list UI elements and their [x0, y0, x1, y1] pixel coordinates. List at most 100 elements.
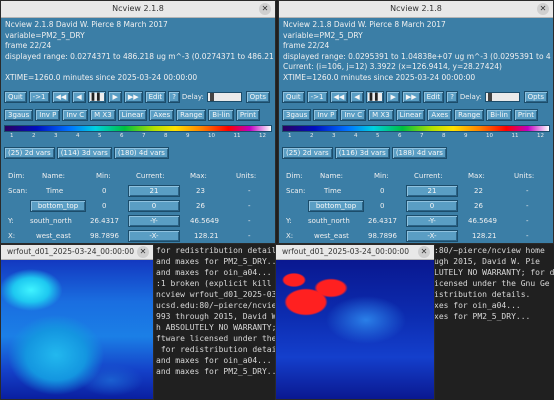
opts-button[interactable]: Opts [245, 91, 270, 103]
terminal-line: LUTELY NO WARRANTY; for d [434, 268, 554, 277]
colormap-button[interactable]: 3gaus [4, 109, 34, 121]
dim-current[interactable]: -X- [128, 230, 180, 242]
dim-units: - [248, 202, 251, 210]
delay-slider[interactable] [206, 92, 242, 102]
col-header-name: Name: [42, 172, 66, 180]
interp-button[interactable]: Bi-lin [486, 109, 512, 121]
window-titlebar[interactable]: Ncview 2.1.8 ✕ [279, 1, 553, 18]
step-forward-icon[interactable]: ▶ [108, 91, 122, 103]
step-forward-icon[interactable]: ▶ [386, 91, 400, 103]
data-field-image[interactable] [276, 260, 434, 399]
dim-max: 46.5649 [190, 217, 219, 225]
colorbar-tick: 1 [10, 133, 14, 139]
delay-label: Delay: [459, 93, 482, 101]
delay-slider[interactable] [484, 92, 520, 102]
dim-current[interactable]: 0 [128, 200, 180, 212]
quit-button[interactable]: Quit [282, 91, 305, 103]
dim-name-button[interactable]: bottom_top [308, 200, 364, 212]
magnify-button[interactable]: M X3 [368, 109, 394, 121]
interp-button[interactable]: Bi-lin [208, 109, 234, 121]
range-text: displayed range: 0.0274371 to 486.218 ug… [5, 51, 274, 61]
dim-max: 23 [196, 187, 205, 195]
col-header-units: Units: [236, 172, 257, 180]
range-button[interactable]: Range [454, 109, 485, 121]
colorbar-tick: 11 [511, 133, 519, 139]
data-field-image[interactable] [1, 260, 153, 399]
range-button[interactable]: Range [176, 109, 207, 121]
terminal-line: ugh 2015, David W. Pie [434, 257, 540, 266]
axes-button[interactable]: Axes [149, 109, 175, 121]
fast-forward-icon[interactable]: ▶▶ [401, 91, 421, 103]
dim-name-button[interactable]: bottom_top [30, 200, 86, 212]
print-button[interactable]: Print [513, 109, 538, 121]
fast-forward-icon[interactable]: ▶▶ [123, 91, 143, 103]
dim-label: Scan: [286, 187, 306, 195]
step-backward-icon[interactable]: ◀ [72, 91, 86, 103]
image-window-titlebar[interactable]: wrfout_d01_2025-03-24_00:00:00 ✕ [276, 245, 434, 260]
ncview-window-right: Ncview 2.1.8 ✕ Ncview 2.1.8 David W. Pie… [278, 0, 554, 244]
col-header-min: Min: [96, 172, 111, 180]
vars-2d-button[interactable]: (25) 2d vars [282, 147, 333, 159]
quit-button[interactable]: Quit [4, 91, 27, 103]
table-row: Y: south_north 26.4317 -Y- 46.5649 - [282, 214, 550, 229]
invert-colormap-button[interactable]: Inv C [340, 109, 367, 121]
dim-current[interactable]: 21 [406, 185, 458, 197]
goto-first-button[interactable]: ->1 [306, 91, 328, 103]
colorbar-tick: 2 [310, 133, 314, 139]
fast-backward-icon[interactable]: ◀◀ [329, 91, 349, 103]
close-icon[interactable]: ✕ [259, 3, 271, 15]
dim-max: 46.5649 [468, 217, 497, 225]
dim-units: - [248, 217, 251, 225]
col-header-min: Min: [374, 172, 389, 180]
colorbar-gradient [282, 125, 550, 132]
colorbar-tick: 4 [354, 133, 358, 139]
dim-current[interactable]: 0 [406, 200, 458, 212]
help-button[interactable]: ? [446, 91, 458, 103]
close-icon[interactable]: ✕ [537, 3, 549, 15]
dim-current[interactable]: -Y- [406, 215, 458, 227]
vars-4d-button[interactable]: (188) 4d vars [391, 147, 447, 159]
vars-2d-button[interactable]: (25) 2d vars [4, 147, 55, 159]
colorbar-tick: 4 [76, 133, 80, 139]
dim-current[interactable]: 21 [128, 185, 180, 197]
colorbar-gradient [4, 125, 272, 132]
window-title: Ncview 2.1.8 [112, 4, 164, 13]
terminal-line: xes for PM2_5_DRY... [434, 312, 531, 321]
vars-3d-button[interactable]: (114) 3d vars [56, 147, 112, 159]
pause-icon[interactable]: ▌▌ [365, 91, 385, 103]
dim-units: - [526, 232, 529, 240]
dim-max: 128.21 [472, 232, 497, 240]
print-button[interactable]: Print [235, 109, 260, 121]
pause-icon[interactable]: ▌▌ [87, 91, 107, 103]
colorbar-tick: 10 [208, 133, 215, 139]
dim-min: 0 [380, 202, 385, 210]
edit-button[interactable]: Edit [144, 91, 167, 103]
opts-button[interactable]: Opts [523, 91, 548, 103]
vars-3d-button[interactable]: (116) 3d vars [334, 147, 390, 159]
step-backward-icon[interactable]: ◀ [350, 91, 364, 103]
colormap-button[interactable]: 3gaus [282, 109, 312, 121]
current-text [5, 62, 271, 73]
invert-physical-button[interactable]: Inv P [313, 109, 339, 121]
close-icon[interactable]: ✕ [418, 246, 430, 258]
help-button[interactable]: ? [168, 91, 180, 103]
axes-button[interactable]: Axes [427, 109, 453, 121]
goto-first-button[interactable]: ->1 [28, 91, 50, 103]
transform-button[interactable]: Linear [395, 109, 426, 121]
dim-label: X: [8, 232, 16, 240]
invert-physical-button[interactable]: Inv P [35, 109, 61, 121]
fast-backward-icon[interactable]: ◀◀ [51, 91, 71, 103]
close-icon[interactable]: ✕ [137, 246, 149, 258]
frame-text: frame 22/24 [5, 41, 52, 50]
colorbar-tick: 11 [233, 133, 241, 139]
transform-button[interactable]: Linear [117, 109, 148, 121]
dim-current[interactable]: -Y- [128, 215, 180, 227]
vars-4d-button[interactable]: (180) 4d vars [113, 147, 169, 159]
image-window-titlebar[interactable]: wrfout_d01_2025-03-24_00:00:00 ✕ [1, 245, 153, 260]
invert-colormap-button[interactable]: Inv C [62, 109, 89, 121]
dim-current[interactable]: -X- [406, 230, 458, 242]
edit-button[interactable]: Edit [422, 91, 445, 103]
window-titlebar[interactable]: Ncview 2.1.8 ✕ [1, 1, 275, 18]
colorbar-tick: 12 [259, 133, 266, 139]
magnify-button[interactable]: M X3 [90, 109, 116, 121]
